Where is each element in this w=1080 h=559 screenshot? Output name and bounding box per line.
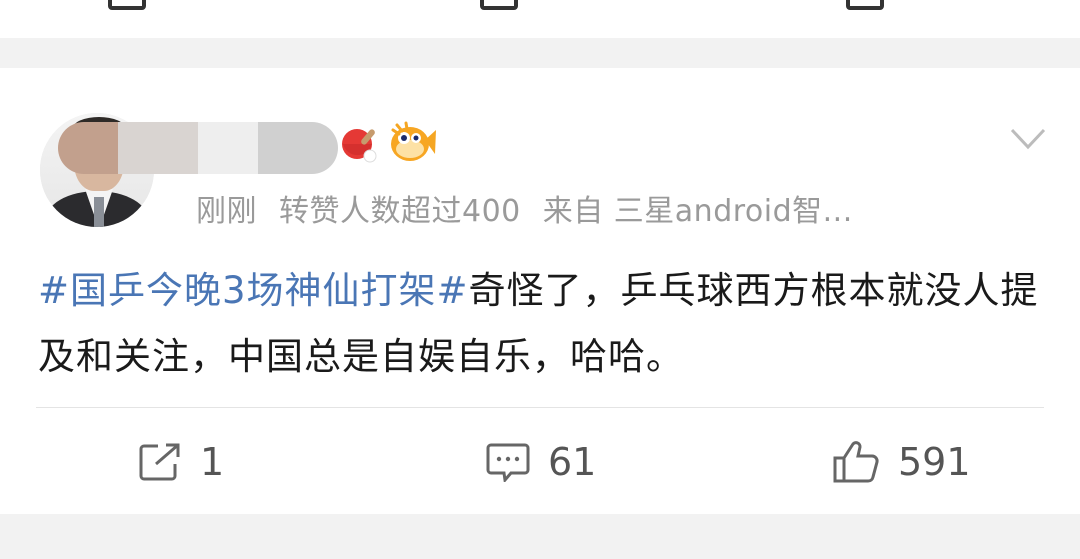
previous-like-button[interactable] [846,0,884,10]
repost-count: 1 [200,440,225,484]
hashtag-link[interactable]: #国乒今晚3场神仙打架# [38,269,469,312]
ping-pong-badge-icon[interactable] [340,124,380,164]
comment-count: 61 [548,440,597,484]
post-meta: 刚刚 转赞人数超过400 来自 三星android智... [196,186,875,230]
post-text: #国乒今晚3场神仙打架#奇怪了，乒乓球西方根本就没人提及和关注，中国总是自娱自乐… [38,258,1048,390]
post-likes-info: 转赞人数超过400 [279,194,521,229]
blowfish-badge-icon[interactable] [389,120,437,166]
like-count: 591 [898,440,971,484]
comment-icon [480,0,518,10]
next-card-gap [0,514,1080,559]
previous-comment-button[interactable] [480,0,518,10]
comment-button[interactable]: 61 [486,436,596,488]
previous-post-actions [0,0,1080,12]
post-source[interactable]: 来自 三星android智... [543,194,853,229]
like-icon [846,0,884,10]
divider [36,407,1044,408]
repost-icon [108,0,146,10]
repost-icon [139,443,180,481]
like-button[interactable]: 591 [832,436,971,488]
like-icon [833,441,879,483]
post-time: 刚刚 [196,194,257,229]
previous-repost-button[interactable] [108,0,146,10]
comment-icon [486,443,530,482]
chevron-down-icon[interactable] [1010,127,1046,151]
username-blurred[interactable] [58,122,338,174]
previous-post-card [0,0,1080,38]
repost-button[interactable]: 1 [138,436,224,488]
